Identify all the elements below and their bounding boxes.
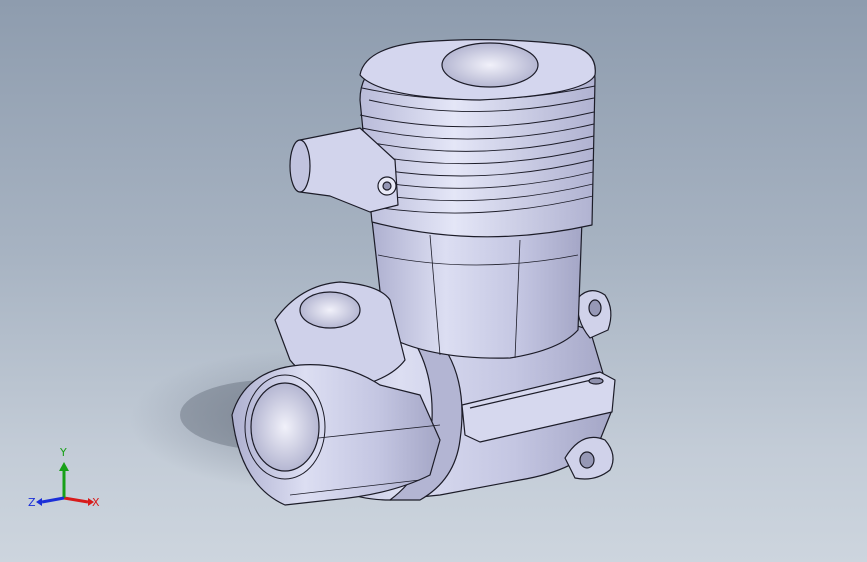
x-axis-line xyxy=(63,496,89,504)
y-axis-label: Y xyxy=(59,446,67,459)
engine-crankcase-model[interactable] xyxy=(0,0,867,562)
lug-hole xyxy=(588,377,604,385)
y-axis-arrow-icon xyxy=(59,462,69,471)
intake-hole xyxy=(299,291,361,329)
view-orientation-triad[interactable]: X Y Z xyxy=(24,440,104,520)
cylinder-barrel xyxy=(371,219,583,359)
crankshaft-bore xyxy=(250,382,320,472)
z-axis-line xyxy=(41,496,65,504)
z-axis-label: Z xyxy=(28,496,36,509)
x-axis-label: X xyxy=(92,496,100,509)
z-axis-arrow-icon xyxy=(36,498,42,506)
cylinder-bore xyxy=(441,42,539,88)
graphics-viewport[interactable]: X Y Z xyxy=(0,0,867,562)
